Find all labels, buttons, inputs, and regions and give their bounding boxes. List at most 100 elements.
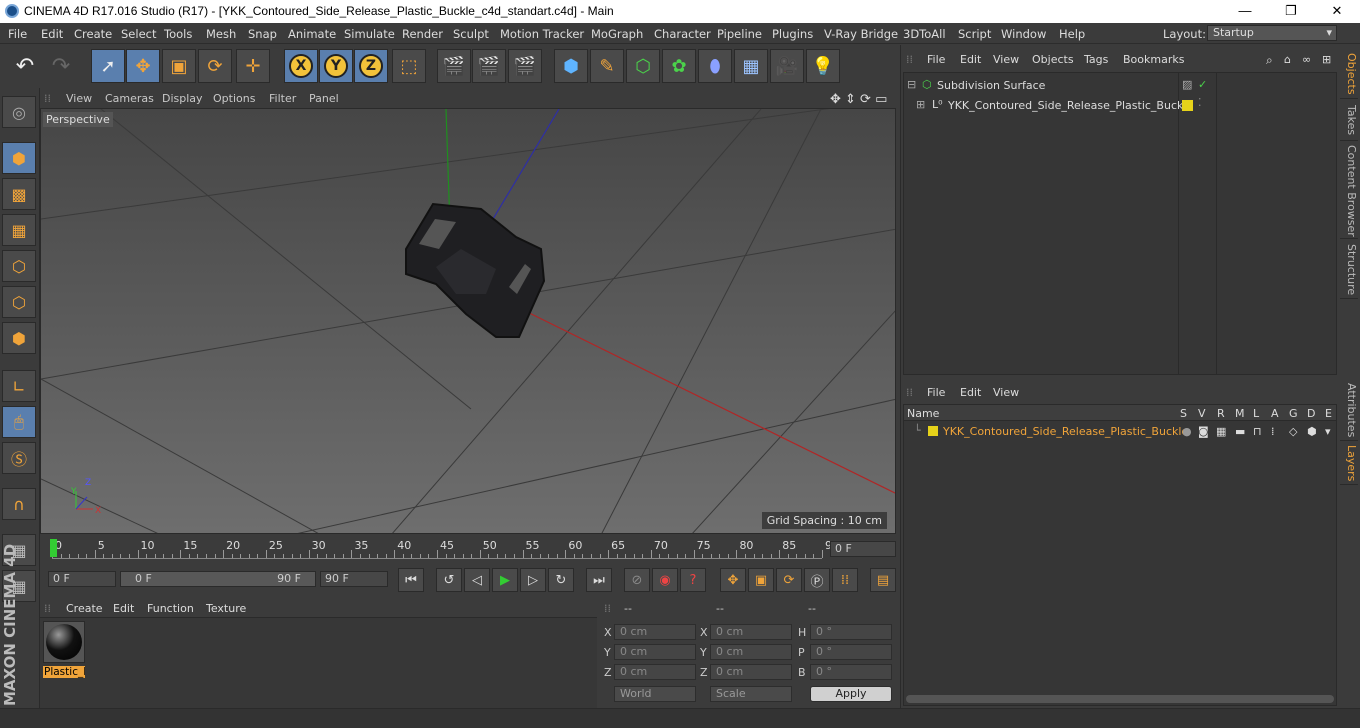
menu-create[interactable]: Create xyxy=(74,27,112,41)
axis-mode-icon[interactable]: ∟ xyxy=(2,370,36,402)
pos-z-field[interactable]: 0 cm xyxy=(614,664,696,680)
size-mode-select[interactable]: Scale xyxy=(710,686,792,702)
timeline-window-icon[interactable]: ▤ xyxy=(870,568,896,592)
material-menu-create[interactable]: Create xyxy=(66,602,103,615)
menu-plugins[interactable]: Plugins xyxy=(772,27,813,41)
key-scale-icon[interactable]: ▣ xyxy=(748,568,774,592)
play-icon[interactable]: ▶ xyxy=(492,568,518,592)
previous-frame-icon[interactable]: ◁ xyxy=(464,568,490,592)
link-icon[interactable]: ∞ xyxy=(1302,53,1311,66)
maximize-button[interactable]: ❐ xyxy=(1268,0,1314,23)
live-selection-tool-icon[interactable]: ➚ xyxy=(91,49,125,83)
objects-menu-bookmarks[interactable]: Bookmarks xyxy=(1123,53,1184,66)
coordinate-system-icon[interactable]: ⬚ xyxy=(392,49,426,83)
manager-icon[interactable]: ▬ xyxy=(1235,425,1245,438)
material-menu-texture[interactable]: Texture xyxy=(206,602,246,615)
keyframe-selection-icon[interactable]: ? xyxy=(680,568,706,592)
move-tool-icon[interactable]: ✥ xyxy=(126,49,160,83)
subdivision-surface-icon[interactable]: ⬡ xyxy=(626,49,660,83)
points-mode-icon[interactable]: ⬡ xyxy=(2,250,36,282)
expand-icon[interactable]: ⊞ xyxy=(916,98,925,111)
viewport-menu-cameras[interactable]: Cameras xyxy=(105,92,154,105)
solo-toggle-icon[interactable]: ● xyxy=(1182,425,1192,438)
floor-scene-icon[interactable]: ▦ xyxy=(734,49,768,83)
size-y-field[interactable]: 0 cm xyxy=(710,644,792,660)
object-row-buckle[interactable]: ⊞ L⁰ YKK_Contoured_Side_Release_Plastic_… xyxy=(904,95,1336,115)
menu-character[interactable]: Character xyxy=(654,27,711,41)
expression-icon[interactable]: ▾ xyxy=(1325,425,1331,438)
visibility-toggle-icon[interactable]: ▨ xyxy=(1182,78,1192,91)
viewport-menu-panel[interactable]: Panel xyxy=(309,92,339,105)
tab-layers[interactable]: Layers xyxy=(1340,443,1358,485)
close-button[interactable]: ✕ xyxy=(1314,0,1360,23)
menu-file[interactable]: File xyxy=(8,27,27,41)
menu-select[interactable]: Select xyxy=(121,27,156,41)
layer-row[interactable]: └ YKK_Contoured_Side_Release_Plastic_Buc… xyxy=(904,422,1336,442)
viewport-menu-display[interactable]: Display xyxy=(162,92,203,105)
undo-icon[interactable]: ↶ xyxy=(8,49,42,83)
objects-menu-objects[interactable]: Objects xyxy=(1032,53,1074,66)
menu-animate[interactable]: Animate xyxy=(288,27,336,41)
cube-primitive-icon[interactable]: ⬢ xyxy=(554,49,588,83)
viewport-menu-options[interactable]: Options xyxy=(213,92,255,105)
layers-menu-edit[interactable]: Edit xyxy=(960,386,981,399)
texture-mode-icon[interactable]: ▩ xyxy=(2,178,36,210)
rot-b-field[interactable]: 0 ° xyxy=(810,664,892,680)
eye-icon[interactable]: ◙ xyxy=(1198,425,1209,438)
workplane-mode-icon[interactable]: ▦ xyxy=(2,214,36,246)
key-parameter-icon[interactable]: Ⓟ xyxy=(804,568,830,592)
deformer-icon[interactable]: ⬢ xyxy=(1307,425,1317,438)
start-frame-field[interactable]: 0 F xyxy=(48,571,116,587)
snap-magnet-icon[interactable]: ∩ xyxy=(2,488,36,520)
menu-pipeline[interactable]: Pipeline xyxy=(717,27,762,41)
menu-render[interactable]: Render xyxy=(402,27,443,41)
pos-x-field[interactable]: 0 cm xyxy=(614,624,696,640)
menu-snap[interactable]: Snap xyxy=(248,27,277,41)
menu-motion-tracker[interactable]: Motion Tracker xyxy=(500,27,584,41)
tab-objects[interactable]: Objects xyxy=(1340,49,1358,99)
solo-mode-icon[interactable]: Ⓢ xyxy=(2,442,36,474)
menu-help[interactable]: Help xyxy=(1059,27,1085,41)
menu-sculpt[interactable]: Sculpt xyxy=(453,27,489,41)
next-frame-icon[interactable]: ▷ xyxy=(520,568,546,592)
go-to-start-icon[interactable]: ⏮ xyxy=(398,568,424,592)
rot-p-field[interactable]: 0 ° xyxy=(810,644,892,660)
key-pla-icon[interactable]: ⁞⁞ xyxy=(832,568,858,592)
layer-color-swatch[interactable] xyxy=(928,426,938,436)
rotate-tool-icon[interactable]: ⟳ xyxy=(198,49,232,83)
objects-menu-file[interactable]: File xyxy=(927,53,945,66)
polygons-mode-icon[interactable]: ⬢ xyxy=(2,322,36,354)
menu-script[interactable]: Script xyxy=(958,27,991,41)
edges-mode-icon[interactable]: ⬡ xyxy=(2,286,36,318)
frame-ruler[interactable]: 051015202530354045505560657075808590 xyxy=(50,539,839,559)
x-axis-lock-icon[interactable]: X xyxy=(284,49,318,83)
menu-tools[interactable]: Tools xyxy=(164,27,192,41)
go-to-end-icon[interactable]: ⏭ xyxy=(586,568,612,592)
home-icon[interactable]: ⌂ xyxy=(1284,53,1291,66)
coordinate-space-select[interactable]: World xyxy=(614,686,696,702)
rot-h-field[interactable]: 0 ° xyxy=(810,624,892,640)
expand-icon[interactable]: ⊟ xyxy=(907,78,916,91)
menu-mesh[interactable]: Mesh xyxy=(206,27,236,41)
end-frame-field[interactable]: 90 F xyxy=(320,571,388,587)
menu-edit[interactable]: Edit xyxy=(41,27,63,41)
material-menu-edit[interactable]: Edit xyxy=(113,602,134,615)
objects-menu-tags[interactable]: Tags xyxy=(1084,53,1108,66)
model-mode-icon[interactable]: ⬢ xyxy=(2,142,36,174)
enabled-check-icon[interactable]: ✓ xyxy=(1198,78,1207,91)
key-rotation-icon[interactable]: ⟳ xyxy=(776,568,802,592)
recent-tools-icon[interactable]: ✛ xyxy=(236,49,270,83)
tweak-mode-icon[interactable]: 🖱 xyxy=(2,406,36,438)
viewport-nav-icons[interactable]: ✥ ⇕ ⟳ ▭ xyxy=(830,92,887,107)
menu-vray-bridge[interactable]: V-Ray Bridge xyxy=(824,27,898,41)
menu-simulate[interactable]: Simulate xyxy=(344,27,395,41)
render-settings-icon[interactable]: 🎬 xyxy=(508,49,542,83)
material-swatch[interactable]: Plastic_E xyxy=(43,621,85,679)
layers-menu-file[interactable]: File xyxy=(927,386,945,399)
y-axis-lock-icon[interactable]: Y xyxy=(319,49,353,83)
light-icon[interactable]: 💡 xyxy=(806,49,840,83)
redo-icon[interactable]: ↷ xyxy=(44,49,78,83)
generator-icon[interactable]: ◇ xyxy=(1289,425,1297,438)
new-window-icon[interactable]: ⊞ xyxy=(1322,53,1331,66)
menu-window[interactable]: Window xyxy=(1001,27,1046,41)
